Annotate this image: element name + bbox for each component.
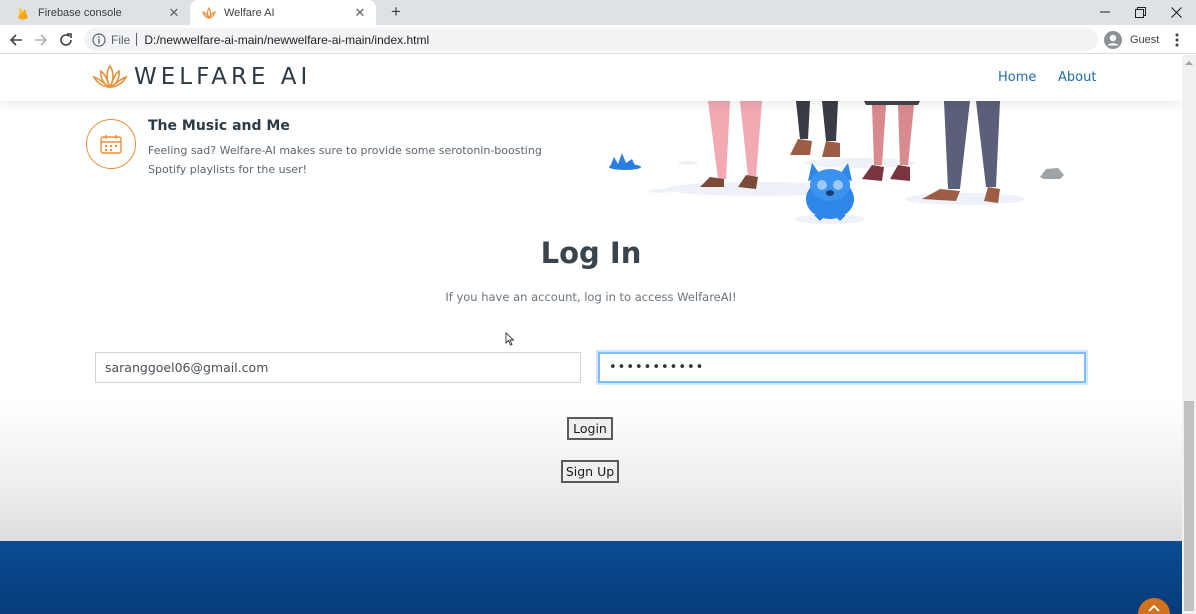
calendar-icon — [100, 135, 122, 154]
new-tab-icon[interactable]: + — [386, 2, 406, 22]
reload-icon[interactable] — [55, 29, 77, 51]
signup-button[interactable]: Sign Up — [561, 460, 619, 483]
browser-tab-firebase[interactable]: Firebase console ✕ — [4, 0, 191, 25]
browser-tab-welfare-ai[interactable]: Welfare AI ✕ — [190, 0, 376, 25]
feature-title: The Music and Me — [148, 118, 290, 134]
chevron-up-icon — [1148, 604, 1160, 612]
lotus-logo-icon — [92, 64, 128, 89]
site-header: WELFARE AI Home About — [0, 55, 1182, 101]
page-scrollbar[interactable] — [1182, 55, 1196, 614]
login-button[interactable]: Login — [567, 417, 613, 440]
feature-description: Feeling sad? Welfare-AI makes sure to pr… — [148, 144, 542, 176]
close-tab-icon[interactable]: ✕ — [352, 5, 368, 21]
browser-toolbar: File D:/newwelfare-ai-main/newwelfare-ai… — [0, 25, 1196, 54]
mouse-cursor-icon — [505, 332, 515, 346]
lotus-icon — [202, 6, 216, 20]
info-icon[interactable] — [92, 32, 106, 47]
feature-icon-circle — [86, 119, 136, 169]
back-arrow-icon[interactable] — [5, 29, 27, 51]
scrollbar-thumb[interactable] — [1184, 401, 1194, 611]
url-text[interactable]: D:/newwelfare-ai-main/newwelfare-ai-main… — [144, 33, 429, 47]
restore-icon[interactable] — [1125, 2, 1155, 22]
minimize-icon[interactable] — [1090, 2, 1120, 22]
browser-tab-title: Welfare AI — [224, 6, 275, 19]
page-viewport: WELFARE AI Home About The Music and Me F… — [0, 55, 1182, 614]
nav-home-link[interactable]: Home — [998, 70, 1036, 85]
browser-tab-title: Firebase console — [38, 6, 122, 19]
scheme-label: File — [111, 32, 131, 47]
browser-tab-strip: Firebase console ✕ Welfare AI ✕ + — [0, 0, 1196, 25]
forward-arrow-icon[interactable] — [30, 29, 52, 51]
address-bar[interactable]: File D:/newwelfare-ai-main/newwelfare-ai… — [84, 28, 1098, 51]
site-footer — [0, 541, 1182, 614]
firebase-flame-icon — [16, 6, 30, 20]
close-tab-icon[interactable]: ✕ — [166, 5, 182, 21]
brand-name: WELFARE AI — [134, 64, 312, 90]
scroll-up-arrow-icon[interactable] — [1185, 59, 1193, 67]
close-window-icon[interactable] — [1161, 2, 1191, 22]
people-with-dog-illustration — [609, 101, 1064, 224]
more-menu-icon[interactable] — [1168, 29, 1186, 51]
password-field[interactable]: ••••••••••• — [598, 352, 1086, 383]
login-heading: Log In — [540, 236, 642, 270]
avatar-icon — [1104, 31, 1122, 49]
profile-button[interactable]: Guest — [1104, 29, 1159, 51]
nav-about-link[interactable]: About — [1058, 70, 1096, 85]
brand-logo[interactable]: WELFARE AI — [92, 64, 311, 90]
profile-name: Guest — [1130, 34, 1160, 46]
divider — [136, 33, 138, 46]
email-field[interactable]: saranggoel06@gmail.com — [95, 352, 581, 383]
login-subtitle: If you have an account, log in to access… — [445, 290, 737, 304]
